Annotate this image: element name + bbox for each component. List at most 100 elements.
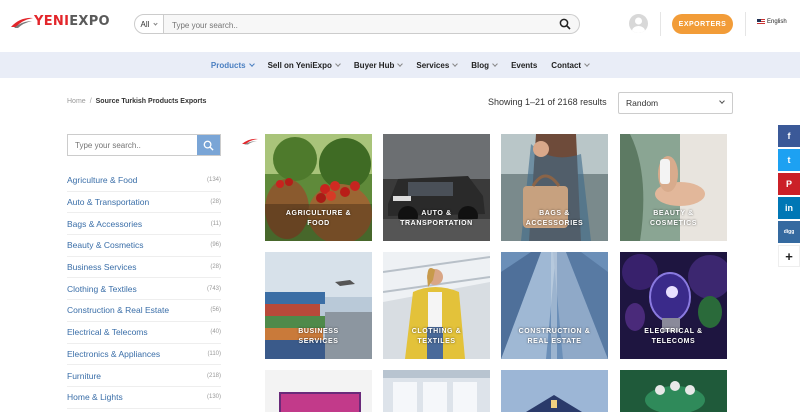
breadcrumb-home-link[interactable]: Home xyxy=(67,98,86,105)
category-tile-row3-2[interactable] xyxy=(383,370,490,412)
chevron-down-icon xyxy=(452,61,459,67)
nav-label: Services xyxy=(416,60,450,70)
search-icon[interactable] xyxy=(559,18,571,30)
nav-item-products[interactable]: Products xyxy=(210,60,255,70)
furniture-image xyxy=(383,370,490,412)
tile-label-line: FOOD xyxy=(307,220,330,227)
category-item[interactable]: Construction & Real Estate (56) xyxy=(67,300,221,322)
language-label: English xyxy=(767,19,787,25)
category-name[interactable]: Home & Lights xyxy=(67,392,123,402)
exporters-button[interactable]: EXPORTERS xyxy=(672,14,733,34)
category-tile-business[interactable]: BUSINESS SERVICES xyxy=(265,252,372,359)
yeniexpo-logo[interactable]: YENIEXPO xyxy=(10,14,110,29)
category-name[interactable]: Business Services xyxy=(67,262,136,272)
category-item[interactable]: Home & Lights (130) xyxy=(67,387,221,409)
category-name[interactable]: Construction & Real Estate xyxy=(67,305,169,315)
category-item[interactable]: Electronics & Appliances (110) xyxy=(67,344,221,366)
share-more[interactable]: + xyxy=(778,245,800,267)
category-tile-electrical[interactable]: ELECTRICAL & TELECOMS xyxy=(620,252,727,359)
tile-label: CLOTHING & TEXTILES xyxy=(383,327,490,347)
breadcrumb: Home / Source Turkish Products Exports xyxy=(67,98,206,105)
sidebar-search-button[interactable] xyxy=(197,135,220,155)
tile-label-line: CONSTRUCTION & xyxy=(518,328,591,335)
share-digg[interactable]: digg xyxy=(778,221,800,243)
digg-icon: digg xyxy=(783,229,795,235)
category-tile-bags[interactable]: BAGS & ACCESSORIES xyxy=(501,134,608,241)
category-item[interactable]: Agriculture & Food (134) xyxy=(67,170,221,192)
category-name[interactable]: Furniture xyxy=(67,371,101,381)
category-count: (96) xyxy=(210,242,221,249)
tile-label-line: TEXTILES xyxy=(417,338,456,345)
share-pinterest[interactable]: P xyxy=(778,173,800,195)
sort-select-value: Random xyxy=(626,98,659,108)
plus-icon: + xyxy=(785,248,793,264)
nav-label: Blog xyxy=(471,60,490,70)
nav-label: Products xyxy=(210,60,246,70)
share-linkedin[interactable]: in xyxy=(778,197,800,219)
category-tile-auto[interactable]: AUTO & TRANSPORTATION xyxy=(383,134,490,241)
top-search-input[interactable] xyxy=(164,16,579,35)
nav-item-buyer-hub[interactable]: Buyer Hub xyxy=(354,61,404,70)
category-item[interactable]: Electrical & Telecoms (40) xyxy=(67,322,221,344)
nav-item-contact[interactable]: Contact xyxy=(551,61,590,70)
category-tile-beauty[interactable]: BEAUTY & COSMETICS xyxy=(620,134,727,241)
facebook-icon: f xyxy=(787,131,791,141)
linkedin-icon: in xyxy=(785,203,793,213)
chevron-down-icon xyxy=(584,61,590,67)
category-item[interactable]: Business Services (28) xyxy=(67,257,221,279)
category-count: (11) xyxy=(210,220,221,227)
category-name[interactable]: Electrical & Telecoms xyxy=(67,327,148,337)
nav-item-blog[interactable]: Blog xyxy=(471,60,498,70)
share-facebook[interactable]: f xyxy=(778,125,800,147)
category-tile-row3-4[interactable] xyxy=(620,370,727,412)
category-tile-construction[interactable]: CONSTRUCTION & REAL ESTATE xyxy=(501,252,608,359)
category-item[interactable]: Auto & Transportation (28) xyxy=(67,192,221,214)
tile-label: BAGS & ACCESSORIES xyxy=(501,209,608,229)
tile-label-line: BEAUTY & xyxy=(653,210,694,217)
header-divider xyxy=(660,12,661,36)
tile-label: AUTO & TRANSPORTATION xyxy=(383,209,490,229)
breadcrumb-separator: / xyxy=(89,98,92,105)
language-selector[interactable]: English xyxy=(757,19,787,25)
chevron-down-icon xyxy=(248,61,255,67)
tile-label-line: REAL ESTATE xyxy=(527,338,582,345)
category-item[interactable]: Clothing & Textiles (743) xyxy=(67,278,221,301)
logo-text: YENIEXPO xyxy=(34,14,110,29)
category-tile-clothing[interactable]: CLOTHING & TEXTILES xyxy=(383,252,490,359)
category-name[interactable]: Agriculture & Food xyxy=(67,175,137,185)
user-avatar[interactable] xyxy=(629,14,648,33)
category-name[interactable]: Beauty & Cosmetics xyxy=(67,240,144,250)
category-tile-agriculture[interactable]: AGRICULTURE & FOOD xyxy=(265,134,372,241)
sort-select[interactable]: Random xyxy=(618,92,733,114)
result-count: Showing 1–21 of 2168 results xyxy=(488,97,607,107)
share-twitter[interactable]: t xyxy=(778,149,800,171)
category-item[interactable]: Beauty & Cosmetics (96) xyxy=(67,235,221,257)
category-tile-row3-3[interactable] xyxy=(501,370,608,412)
category-item[interactable]: Bags & Accessories (11) xyxy=(67,213,221,236)
tile-label-line: BAGS & xyxy=(539,210,570,217)
chevron-down-icon xyxy=(335,61,341,67)
category-count: (743) xyxy=(206,285,221,292)
tile-label: ELECTRICAL & TELECOMS xyxy=(620,327,727,347)
us-flag-icon xyxy=(757,19,765,25)
top-search-bar: All xyxy=(134,14,580,35)
category-tile-row3-1[interactable] xyxy=(265,370,372,412)
nav-item-services[interactable]: Services xyxy=(416,60,459,70)
user-icon xyxy=(632,17,645,33)
chevron-down-icon xyxy=(397,61,404,67)
tile-label-line: AUTO & xyxy=(421,210,452,217)
category-name[interactable]: Auto & Transportation xyxy=(67,197,149,207)
home-image xyxy=(501,370,608,412)
sidebar-search-input[interactable] xyxy=(68,135,197,155)
nav-item-events[interactable]: Events xyxy=(511,61,537,70)
breadcrumb-current: Source Turkish Products Exports xyxy=(95,98,207,105)
category-name[interactable]: Electronics & Appliances xyxy=(67,349,160,359)
category-name[interactable]: Clothing & Textiles xyxy=(67,284,137,294)
tile-label: AGRICULTURE & FOOD xyxy=(265,209,372,229)
jewelry-image xyxy=(620,370,727,412)
search-icon xyxy=(203,140,214,151)
category-item[interactable]: Furniture (218) xyxy=(67,365,221,387)
category-name[interactable]: Bags & Accessories xyxy=(67,219,142,229)
search-category-select[interactable]: All xyxy=(134,14,164,34)
nav-item-sell[interactable]: Sell on YeniExpo xyxy=(268,61,341,70)
